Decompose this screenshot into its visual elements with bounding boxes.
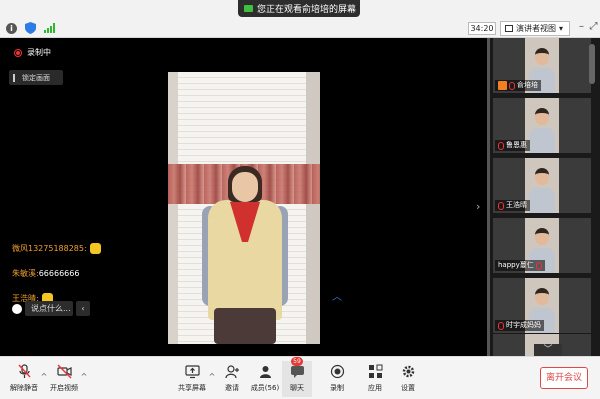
invite-label: 邀请 <box>225 384 239 392</box>
minimize-icon[interactable]: – <box>576 22 587 33</box>
share-screen-label: 共享屏幕 <box>178 384 206 392</box>
chat-message: 微风13275188285: <box>12 238 142 259</box>
status-icons: i <box>6 22 56 34</box>
gallery-scrollbar[interactable] <box>589 44 595 84</box>
host-icon <box>498 81 507 90</box>
student-face <box>232 172 258 202</box>
collapse-gallery-icon[interactable]: › <box>476 200 486 214</box>
participant-video <box>525 158 559 213</box>
pin-icon <box>13 73 18 82</box>
record-dot-icon <box>14 48 22 57</box>
leave-meeting-button[interactable]: 离开会议 <box>540 367 588 389</box>
screen-share-banner[interactable]: 您正在观看俞培培的屏幕 <box>238 0 360 17</box>
student-skirt <box>214 308 276 344</box>
meeting-timer: 34:20 <box>468 22 496 35</box>
recording-indicator: 录制中 <box>14 47 51 58</box>
main-video-area: 录制中 锁定画面 微风13275188285: 朱敏溪: 66666666 王浩… <box>0 38 487 356</box>
chat-input[interactable]: 说点什么... <box>25 301 73 316</box>
emoji-picker-icon[interactable] <box>12 303 22 314</box>
mic-off-icon <box>498 321 504 330</box>
participant-tile[interactable]: 俞培培 <box>493 38 591 93</box>
view-mode-dropdown[interactable]: 演讲者视图 ▾ <box>500 21 570 36</box>
start-video-label: 开启视频 <box>50 384 78 392</box>
record-label: 录制 <box>330 384 344 392</box>
members-icon <box>259 366 271 378</box>
participant-body <box>529 128 555 153</box>
chat-button[interactable]: 59 聊天 <box>282 357 312 397</box>
participant-label: 鲁恩惠 <box>495 140 530 151</box>
participant-label: 王浩晴 <box>495 200 530 211</box>
participant-label: 俞培培 <box>495 80 541 91</box>
info-icon[interactable]: i <box>6 22 17 34</box>
participant-name: happy蔓仁 <box>498 261 534 269</box>
mic-off-icon <box>535 261 542 270</box>
video-options-caret-icon[interactable]: ^ <box>80 373 88 381</box>
chat-sender: 朱敏溪: <box>12 269 39 278</box>
chat-input-bar: 说点什么... ‹ <box>12 301 96 316</box>
participant-face <box>535 168 549 185</box>
participant-name: 王浩晴 <box>506 201 527 209</box>
participant-gallery: 俞培培 鲁恩惠 王浩晴 happy蔓仁 时宇成妈妈 <box>490 38 600 356</box>
participant-video <box>525 98 559 153</box>
collapse-chat-icon[interactable]: ‹ <box>76 301 90 316</box>
gear-icon <box>402 365 414 378</box>
view-mode-label: 演讲者视图 <box>516 24 556 33</box>
apps-icon <box>368 364 382 378</box>
mic-muted-icon <box>17 364 31 378</box>
mic-off-icon <box>498 201 504 210</box>
bottom-toolbar: 解除静音 ^ 开启视频 ^ 共享屏幕 ^ 邀请 成员(56) 59 聊天 录制 … <box>0 356 600 399</box>
fullscreen-icon[interactable]: ⤢ <box>588 22 599 33</box>
signal-icon[interactable] <box>44 23 56 33</box>
participant-name: 俞培培 <box>517 81 538 89</box>
participant-face <box>535 48 549 65</box>
chat-icon <box>290 366 304 378</box>
record-icon <box>330 364 344 379</box>
video-off-icon <box>56 364 72 379</box>
settings-label: 设置 <box>401 384 415 392</box>
chevron-up-icon[interactable]: ︿ <box>332 293 342 303</box>
participant-label: happy蔓仁 <box>495 260 545 271</box>
apps-label: 应用 <box>368 384 382 392</box>
participant-label: 时宇成妈妈 <box>495 320 544 331</box>
shield-icon[interactable] <box>25 22 36 34</box>
shared-screen-video <box>168 72 320 344</box>
banner-text: 您正在观看俞培培的屏幕 <box>257 5 357 15</box>
unmute-label: 解除静音 <box>10 384 38 392</box>
participant-name: 鲁恩惠 <box>506 141 527 149</box>
participant-tile[interactable]: 时宇成妈妈 <box>493 278 591 333</box>
chat-message: 朱敏溪: 66666666 <box>12 263 142 284</box>
mic-off-icon <box>509 81 515 90</box>
chat-badge: 59 <box>291 357 303 366</box>
participant-tile[interactable]: happy蔓仁 <box>493 218 591 273</box>
chat-label: 聊天 <box>290 384 304 392</box>
participant-face <box>535 228 549 245</box>
thumbs-up-icon <box>89 243 101 254</box>
lock-view-label: 锁定画面 <box>22 73 50 82</box>
participant-face <box>535 108 549 125</box>
chevron-down-icon: ▾ <box>559 24 564 33</box>
door-frame-left <box>168 72 178 344</box>
top-bar: i 您正在观看俞培培的屏幕 34:20 演讲者视图 ▾ – ⤢ <box>0 0 600 38</box>
settings-button[interactable]: 设置 <box>386 361 430 397</box>
grid-icon <box>505 25 513 32</box>
mic-off-icon <box>498 141 504 150</box>
screen-share-icon <box>244 5 253 12</box>
chat-text: 66666666 <box>38 269 80 278</box>
participant-body <box>529 188 555 213</box>
meeting-window: i 您正在观看俞培培的屏幕 34:20 演讲者视图 ▾ – ⤢ 录制中 锁定画面… <box>0 0 600 399</box>
recording-label: 录制中 <box>27 48 51 57</box>
invite-icon <box>224 365 239 379</box>
members-label: 成员(56) <box>250 384 280 392</box>
participant-name: 时宇成妈妈 <box>506 321 541 329</box>
participant-tile[interactable]: 鲁恩惠 <box>493 98 591 153</box>
share-screen-icon <box>184 365 200 379</box>
participant-tile[interactable]: 王浩晴 <box>493 158 591 213</box>
lock-view-button[interactable]: 锁定画面 <box>9 70 63 85</box>
door-frame-right <box>306 72 320 344</box>
members-button[interactable]: 成员(56) <box>243 361 287 397</box>
participant-face <box>535 288 549 305</box>
chat-sender: 微风13275188285: <box>12 244 87 253</box>
gallery-scroll-down-icon[interactable]: ﹀ <box>534 344 562 356</box>
